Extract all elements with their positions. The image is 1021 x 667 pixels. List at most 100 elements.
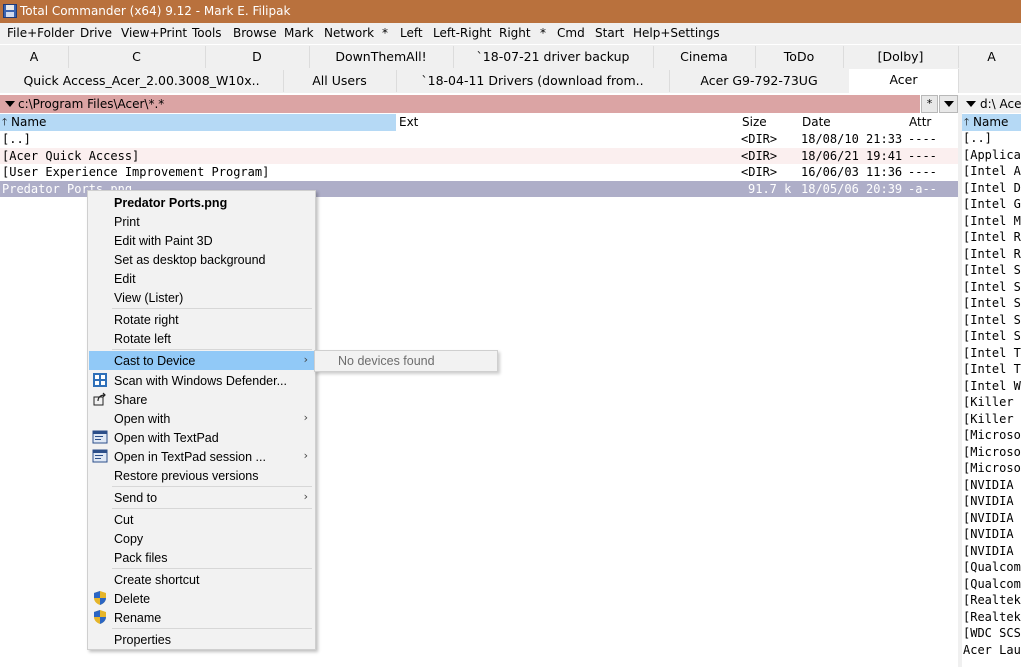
menu-item-open-with[interactable]: Open with › [89, 409, 314, 428]
menu-drive[interactable]: Drive [80, 26, 112, 40]
list-item[interactable]: [NVIDIA [963, 494, 1014, 510]
tab-todo[interactable]: ToDo [755, 46, 844, 68]
list-item[interactable]: [Intel D [963, 181, 1021, 197]
menu-item-edit[interactable]: Edit [89, 269, 314, 288]
ext-column-header[interactable]: Ext [399, 115, 418, 129]
attr-column-header[interactable]: Attr [909, 115, 931, 129]
table-row[interactable]: [User Experience Improvement Program] <D… [0, 164, 958, 180]
menu-item-open-textpad-session[interactable]: Open in TextPad session ... › [89, 447, 314, 466]
list-item[interactable]: [NVIDIA [963, 527, 1014, 543]
date-column-header[interactable]: Date [802, 115, 831, 129]
tab-drive-c[interactable]: C [68, 46, 206, 68]
menu-browse[interactable]: Browse [233, 26, 277, 40]
left-path-bar[interactable]: c:\Program Files\Acer\*.* [0, 95, 920, 113]
name-column-header[interactable]: 🡑 Name [0, 114, 396, 131]
menu-item-view-lister[interactable]: View (Lister) [89, 288, 314, 307]
list-item[interactable]: [Realtek [963, 593, 1021, 609]
list-item[interactable]: [Intel R [963, 230, 1021, 246]
tab-drive-a[interactable]: A [0, 46, 69, 68]
menu-item-delete[interactable]: Delete [89, 589, 314, 608]
list-item[interactable]: [Microso [963, 428, 1021, 444]
menu-item-restore-previous-versions[interactable]: Restore previous versions [89, 466, 314, 485]
tab-driver-backup[interactable]: `18-07-21 driver backup [453, 46, 654, 68]
list-item[interactable]: [Intel T [963, 362, 1021, 378]
hotlist-dropdown-button[interactable] [939, 95, 958, 113]
tab-drive-d[interactable]: D [205, 46, 310, 68]
menu-item-cut[interactable]: Cut [89, 510, 314, 529]
tab-acer-g9[interactable]: Acer G9-792-73UG [669, 70, 850, 92]
menu-item-filename[interactable]: Predator Ports.png [89, 193, 314, 212]
list-item[interactable]: [Qualcom [963, 560, 1021, 576]
menu-item-send-to[interactable]: Send to › [89, 488, 314, 507]
menu-item-print[interactable]: Print [89, 212, 314, 231]
tab-downthemall[interactable]: DownThemAll! [309, 46, 454, 68]
list-item[interactable]: [WDC SCS [963, 626, 1021, 642]
table-row[interactable]: [Acer Quick Access] <DIR> 18/06/21 19:41… [0, 148, 958, 164]
menu-left-right[interactable]: Left-Right [433, 26, 492, 40]
list-item[interactable]: [..] [963, 131, 992, 147]
menu-star-1[interactable]: * [382, 26, 388, 40]
menu-item-properties[interactable]: Properties [89, 630, 314, 649]
menu-item-set-desktop-background[interactable]: Set as desktop background [89, 250, 314, 269]
menu-item-create-shortcut[interactable]: Create shortcut [89, 570, 314, 589]
history-star-button[interactable]: * [921, 95, 938, 113]
menu-right[interactable]: Right [499, 26, 531, 40]
menu-file-folder[interactable]: File+Folder [7, 26, 74, 40]
list-item[interactable]: [Realtek [963, 610, 1021, 626]
right-path-bar[interactable]: d:\ Ace [962, 95, 1021, 113]
menu-item-scan-defender[interactable]: Scan with Windows Defender... [89, 371, 314, 390]
menu-help-settings[interactable]: Help+Settings [633, 26, 720, 40]
menu-item-rename[interactable]: Rename [89, 608, 314, 627]
table-row[interactable]: [..] <DIR> 18/08/10 21:33 ---- [0, 131, 958, 147]
tab-right-drive-a[interactable]: A [962, 46, 1021, 68]
list-item[interactable]: [Intel S [963, 313, 1021, 329]
menu-tools[interactable]: Tools [192, 26, 222, 40]
menu-star-2[interactable]: * [540, 26, 546, 40]
menu-item-cast-to-device[interactable]: Cast to Device › [89, 351, 314, 370]
list-item[interactable]: [Intel S [963, 296, 1021, 312]
list-item[interactable]: [Applica [963, 148, 1021, 164]
list-item[interactable]: [NVIDIA [963, 511, 1014, 527]
list-item[interactable]: [Microso [963, 445, 1021, 461]
tab-cinema[interactable]: Cinema [653, 46, 756, 68]
right-name-column-header[interactable]: 🡑 Name [962, 114, 1021, 131]
menu-item-copy[interactable]: Copy [89, 529, 314, 548]
list-item[interactable]: [Intel G [963, 197, 1021, 213]
tab-drivers-download[interactable]: `18-04-11 Drivers (download from.. [396, 70, 670, 92]
menu-item-share[interactable]: Share [89, 390, 314, 409]
list-item[interactable]: [Intel W [963, 379, 1021, 395]
list-item[interactable]: [Intel A [963, 164, 1021, 180]
list-item[interactable]: [Intel T [963, 346, 1021, 362]
menu-item-pack-files[interactable]: Pack files [89, 548, 314, 567]
list-item[interactable]: [NVIDIA [963, 544, 1014, 560]
menu-network[interactable]: Network [324, 26, 374, 40]
list-item[interactable]: [Intel S [963, 329, 1021, 345]
right-drive-dropdown-icon[interactable] [966, 101, 976, 107]
list-item[interactable]: [Intel R [963, 247, 1021, 263]
list-item[interactable]: [Qualcom [963, 577, 1021, 593]
menu-mark[interactable]: Mark [284, 26, 314, 40]
tab-all-users[interactable]: All Users [283, 70, 397, 92]
menu-item-edit-paint3d[interactable]: Edit with Paint 3D [89, 231, 314, 250]
menu-item-rotate-left[interactable]: Rotate left [89, 329, 314, 348]
size-column-header[interactable]: Size [742, 115, 767, 129]
list-item[interactable]: [Killer [963, 412, 1014, 428]
menu-item-rotate-right[interactable]: Rotate right [89, 310, 314, 329]
drive-dropdown-icon[interactable] [5, 101, 15, 107]
list-item[interactable]: [Microso [963, 461, 1021, 477]
title-bar[interactable]: Total Commander (x64) 9.12 - Mark E. Fil… [0, 0, 1021, 23]
list-item[interactable]: [Killer [963, 395, 1014, 411]
tab-dolby[interactable]: [Dolby] [843, 46, 959, 68]
list-item[interactable]: [Intel S [963, 263, 1021, 279]
list-item[interactable]: [NVIDIA [963, 478, 1014, 494]
menu-start[interactable]: Start [595, 26, 624, 40]
tab-quick-access[interactable]: Quick Access_Acer_2.00.3008_W10x.. [0, 70, 284, 92]
list-item[interactable]: [Intel M [963, 214, 1021, 230]
menu-left[interactable]: Left [400, 26, 423, 40]
list-item[interactable]: Acer Lau [963, 643, 1021, 659]
tab-acer[interactable]: Acer [849, 69, 959, 93]
menu-cmd[interactable]: Cmd [557, 26, 585, 40]
menu-item-open-textpad[interactable]: Open with TextPad [89, 428, 314, 447]
right-file-list[interactable]: [..] [Applica [Intel A [Intel D [Intel G… [962, 131, 1021, 667]
menu-view-print[interactable]: View+Print [121, 26, 187, 40]
